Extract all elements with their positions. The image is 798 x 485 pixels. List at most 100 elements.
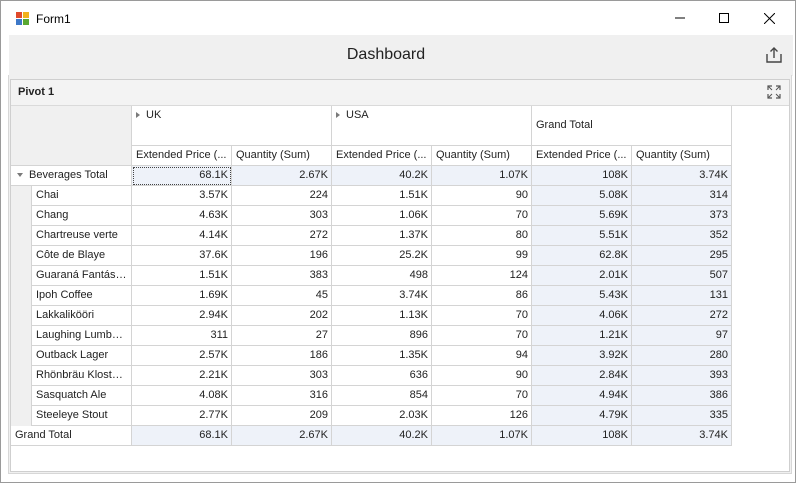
data-cell[interactable]: 335 <box>632 406 732 426</box>
data-cell[interactable]: 3.92K <box>532 346 632 366</box>
row-header[interactable]: Chai <box>32 186 132 206</box>
data-cell[interactable]: 70 <box>432 386 532 406</box>
data-cell[interactable]: 126 <box>432 406 532 426</box>
maximize-window-button[interactable] <box>701 1 747 35</box>
data-cell[interactable]: 636 <box>332 366 432 386</box>
data-cell[interactable]: 311 <box>132 326 232 346</box>
data-cell[interactable]: 2.84K <box>532 366 632 386</box>
data-cell[interactable]: 2.67K <box>232 166 332 186</box>
data-cell[interactable]: 196 <box>232 246 332 266</box>
data-cell[interactable]: 90 <box>432 366 532 386</box>
measure-header[interactable]: Extended Price (... <box>332 146 432 166</box>
data-cell[interactable]: 27 <box>232 326 332 346</box>
data-cell[interactable]: 62.8K <box>532 246 632 266</box>
data-cell[interactable]: 386 <box>632 386 732 406</box>
data-cell[interactable]: 124 <box>432 266 532 286</box>
close-button[interactable] <box>746 1 792 35</box>
data-cell[interactable]: 5.51K <box>532 226 632 246</box>
data-cell[interactable]: 80 <box>432 226 532 246</box>
data-cell[interactable]: 99 <box>432 246 532 266</box>
row-header[interactable]: Laughing Lumber... <box>32 326 132 346</box>
data-cell[interactable]: 70 <box>432 206 532 226</box>
grand-total-cell[interactable]: 108K <box>532 426 632 446</box>
row-header[interactable]: Chang <box>32 206 132 226</box>
data-cell[interactable]: 352 <box>632 226 732 246</box>
expand-arrow-icon[interactable] <box>136 111 140 118</box>
data-cell[interactable]: 4.06K <box>532 306 632 326</box>
row-header-beverages-total[interactable]: Beverages Total <box>11 166 132 186</box>
data-cell[interactable]: 94 <box>432 346 532 366</box>
grand-total-cell[interactable]: 40.2K <box>332 426 432 446</box>
data-cell[interactable]: 5.08K <box>532 186 632 206</box>
data-cell[interactable]: 4.63K <box>132 206 232 226</box>
data-cell[interactable]: 45 <box>232 286 332 306</box>
data-cell[interactable]: 280 <box>632 346 732 366</box>
data-cell[interactable]: 70 <box>432 326 532 346</box>
data-cell[interactable]: 3.74K <box>332 286 432 306</box>
data-cell[interactable]: 3.57K <box>132 186 232 206</box>
data-cell[interactable]: 314 <box>632 186 732 206</box>
grand-total-cell[interactable]: 68.1K <box>132 426 232 446</box>
data-cell[interactable]: 108K <box>532 166 632 186</box>
measure-header[interactable]: Quantity (Sum) <box>432 146 532 166</box>
grand-total-cell[interactable]: 3.74K <box>632 426 732 446</box>
data-cell[interactable]: 97 <box>632 326 732 346</box>
maximize-icon[interactable] <box>767 85 781 99</box>
data-cell[interactable]: 3.74K <box>632 166 732 186</box>
data-cell[interactable]: 1.21K <box>532 326 632 346</box>
minimize-button[interactable] <box>657 1 703 35</box>
data-cell[interactable]: 2.01K <box>532 266 632 286</box>
data-cell[interactable]: 202 <box>232 306 332 326</box>
data-cell[interactable]: 854 <box>332 386 432 406</box>
data-cell[interactable]: 1.06K <box>332 206 432 226</box>
data-cell[interactable]: 1.51K <box>132 266 232 286</box>
measure-header[interactable]: Quantity (Sum) <box>632 146 732 166</box>
data-cell[interactable]: 1.51K <box>332 186 432 206</box>
data-cell[interactable]: 1.37K <box>332 226 432 246</box>
data-cell[interactable]: 1.13K <box>332 306 432 326</box>
export-icon[interactable] <box>765 46 783 64</box>
data-cell[interactable]: 4.94K <box>532 386 632 406</box>
data-cell[interactable]: 4.14K <box>132 226 232 246</box>
data-cell[interactable]: 131 <box>632 286 732 306</box>
data-cell[interactable]: 2.21K <box>132 366 232 386</box>
row-header-grand-total[interactable]: Grand Total <box>11 426 132 446</box>
data-cell[interactable]: 272 <box>232 226 332 246</box>
data-cell[interactable]: 1.69K <box>132 286 232 306</box>
column-header-uk[interactable]: UK <box>132 106 332 146</box>
data-cell[interactable]: 383 <box>232 266 332 286</box>
data-cell[interactable]: 68.1K <box>132 166 232 186</box>
row-header[interactable]: Sasquatch Ale <box>32 386 132 406</box>
data-cell[interactable]: 224 <box>232 186 332 206</box>
row-header[interactable]: Steeleye Stout <box>32 406 132 426</box>
measure-header[interactable]: Extended Price (... <box>532 146 632 166</box>
grand-total-cell[interactable]: 2.67K <box>232 426 332 446</box>
data-cell[interactable]: 303 <box>232 206 332 226</box>
data-cell[interactable]: 272 <box>632 306 732 326</box>
data-cell[interactable]: 4.79K <box>532 406 632 426</box>
data-cell[interactable]: 498 <box>332 266 432 286</box>
data-cell[interactable]: 393 <box>632 366 732 386</box>
row-header[interactable]: Rhönbräu Kloster... <box>32 366 132 386</box>
data-cell[interactable]: 295 <box>632 246 732 266</box>
data-cell[interactable]: 25.2K <box>332 246 432 266</box>
column-header-usa[interactable]: USA <box>332 106 532 146</box>
data-cell[interactable]: 2.94K <box>132 306 232 326</box>
data-cell[interactable]: 40.2K <box>332 166 432 186</box>
data-cell[interactable]: 186 <box>232 346 332 366</box>
title-bar[interactable]: Form1 <box>1 1 795 35</box>
expand-arrow-icon[interactable] <box>336 111 340 118</box>
row-header[interactable]: Chartreuse verte <box>32 226 132 246</box>
collapse-arrow-icon[interactable] <box>17 172 23 177</box>
data-cell[interactable]: 209 <box>232 406 332 426</box>
grand-total-cell[interactable]: 1.07K <box>432 426 532 446</box>
data-cell[interactable]: 303 <box>232 366 332 386</box>
data-cell[interactable]: 5.69K <box>532 206 632 226</box>
row-header[interactable]: Côte de Blaye <box>32 246 132 266</box>
data-cell[interactable]: 896 <box>332 326 432 346</box>
column-header-grand-total[interactable]: Grand Total <box>532 106 732 146</box>
data-cell[interactable]: 86 <box>432 286 532 306</box>
row-header[interactable]: Guaraná Fantásti... <box>32 266 132 286</box>
data-cell[interactable]: 373 <box>632 206 732 226</box>
data-cell[interactable]: 70 <box>432 306 532 326</box>
